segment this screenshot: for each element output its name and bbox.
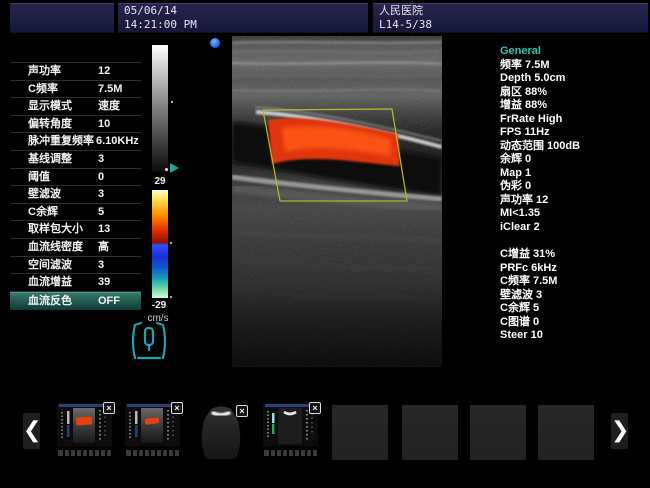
param-row-wall-filter[interactable]: 壁滤波3 (10, 186, 141, 204)
thumbnail-1[interactable]: × (57, 403, 112, 457)
topbar-datetime-segment: 05/06/14 14:21:00 PM (118, 3, 368, 33)
info-iclear: iClear 2 (500, 221, 650, 235)
thumbnail-3[interactable]: × (192, 403, 250, 462)
doppler-color-bar (152, 190, 168, 298)
active-image-indicator-icon (210, 38, 220, 48)
info-acoustic-power: 声功率 12 (500, 194, 650, 208)
thumbnail-1-filmstrip (57, 449, 112, 457)
param-row-line-density[interactable]: 血流线密度高 (10, 239, 141, 257)
parameter-panel: 声功率12 C频率7.5M 显示模式速度 偏转角度10 脉冲重复频率6.10KH… (10, 62, 141, 310)
velocity-max-label: 29 (147, 176, 173, 187)
thumbnail-2-close-button[interactable]: × (171, 402, 183, 414)
thumbnail-4-filmstrip (263, 449, 318, 457)
thumbnail-3-close-button[interactable]: × (236, 405, 248, 417)
time-text: 14:21:00 PM (118, 18, 368, 32)
info-prfc: PRFc 6kHz (500, 262, 650, 276)
param-row-c-frequency[interactable]: C频率7.5M (10, 81, 141, 99)
param-row-prf[interactable]: 脉冲重复频率6.10KHz (10, 133, 141, 151)
colorbar-baseline-dot (170, 242, 172, 244)
param-row-acoustic-power[interactable]: 声功率12 (10, 63, 141, 81)
thumbnail-prev-button[interactable]: ❮ (23, 413, 40, 449)
thumbnail-slot-empty-4 (538, 405, 594, 460)
graybar-tick-dot (171, 101, 173, 103)
thumbnail-slot-empty-2 (402, 405, 458, 460)
info-wall-filter: 壁滤波 3 (500, 289, 650, 303)
info-gain: 增益 88% (500, 99, 650, 113)
info-sector: 扇区 88% (500, 86, 650, 100)
thumbnail-1-close-button[interactable]: × (103, 402, 115, 414)
param-row-steer-angle[interactable]: 偏转角度10 (10, 116, 141, 134)
info-mi: MI<1.35 (500, 207, 650, 221)
gray-map-bar (152, 45, 168, 172)
thumbnail-4[interactable]: × (263, 403, 318, 457)
topbar-logo-segment (10, 3, 114, 33)
info-c-map: C图谱 0 (500, 316, 650, 330)
topbar-hospital-segment: 人民医院 L14-5/38 (373, 3, 648, 33)
hospital-name: 人民医院 (373, 4, 648, 18)
body-marker-icon[interactable] (127, 320, 171, 369)
probe-model: L14-5/38 (373, 18, 648, 32)
ultrasound-image[interactable] (232, 36, 442, 367)
param-row-c-persistence[interactable]: C余辉5 (10, 204, 141, 222)
thumbnail-slot-empty-1 (332, 405, 388, 460)
thumbnail-slot-empty-3 (470, 405, 526, 460)
info-depth: Depth 5.0cm (500, 72, 650, 86)
param-row-threshold[interactable]: 阈值0 (10, 169, 141, 187)
focus-marker-icon (170, 163, 179, 173)
info-c-gain: C增益 31% (500, 248, 650, 262)
focus-marker-dot (165, 168, 168, 171)
param-row-display-mode[interactable]: 显示模式速度 (10, 98, 141, 116)
info-c-persistence: C余辉 5 (500, 302, 650, 316)
info-map: Map 1 (500, 167, 650, 181)
info-persistence: 余辉 0 (500, 153, 650, 167)
param-row-spatial-filter[interactable]: 空间滤波3 (10, 257, 141, 275)
velocity-min-label: -29 (146, 300, 172, 311)
info-chroma: 伪彩 0 (500, 180, 650, 194)
param-row-flow-invert-selected[interactable]: 血流反色OFF (10, 292, 141, 310)
colorbar-bottom-dot (170, 296, 172, 298)
thumbnail-2-filmstrip (125, 449, 180, 457)
image-info-panel: General 频率 7.5M Depth 5.0cm 扇区 88% 增益 88… (500, 45, 650, 343)
thumbnail-2[interactable]: × (125, 403, 180, 457)
info-frame-rate: FrRate High (500, 113, 650, 127)
param-row-baseline[interactable]: 基线调整3 (10, 151, 141, 169)
info-fps: FPS 11Hz (500, 126, 650, 140)
info-steer: Steer 10 (500, 329, 650, 343)
param-row-flow-gain[interactable]: 血流增益39 (10, 274, 141, 292)
info-section-title: General (500, 45, 650, 59)
param-row-packet-size[interactable]: 取样包大小13 (10, 221, 141, 239)
date-text: 05/06/14 (118, 4, 368, 18)
info-frequency: 频率 7.5M (500, 59, 650, 73)
ultrasound-app-screen: 05/06/14 14:21:00 PM 人民医院 L14-5/38 声功率12… (0, 0, 650, 488)
thumbnail-next-button[interactable]: ❯ (611, 413, 628, 449)
info-c-frequency: C频率 7.5M (500, 275, 650, 289)
info-dynamic-range: 动态范围 100dB (500, 140, 650, 154)
thumbnail-4-close-button[interactable]: × (309, 402, 321, 414)
